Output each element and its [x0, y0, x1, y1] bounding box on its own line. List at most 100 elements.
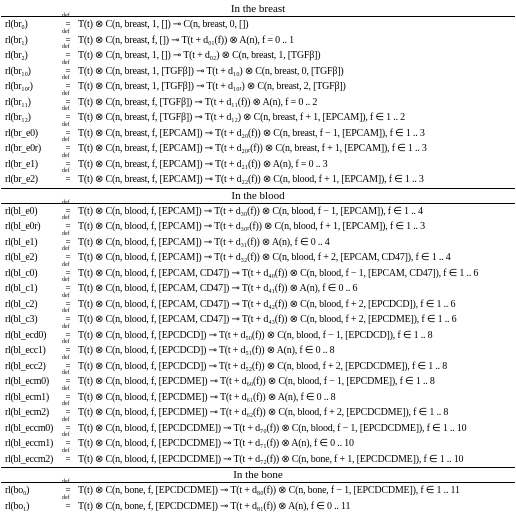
rule-row: rl(br₁₂)=T(t) ⊗ C(n, breast, f, [TGFβ]) …: [1, 110, 515, 126]
rule-label: rl(br₁₀ᵣ): [5, 80, 61, 94]
rule-body: =T(t) ⊗ C(n, blood, f, [EPCDME]) ⊸ T(t +…: [61, 406, 515, 420]
rule-row: rl(br₂)=T(t) ⊗ C(n, breast, 1, []) ⊸ T(t…: [1, 48, 515, 64]
def-eq-symbol: =: [61, 453, 75, 465]
rule-expression: T(t) ⊗ C(n, blood, f, [EPCAM]) ⊸ T(t + d…: [78, 251, 451, 265]
rule-label: rl(bl_c0): [5, 267, 61, 281]
rule-body: =T(t) ⊗ C(n, blood, f, [EPCAM, CD47]) ⊸ …: [61, 267, 515, 281]
rule-label: rl(br₁₀): [5, 65, 61, 79]
rule-expression: T(t) ⊗ C(n, blood, f, [EPCAM, CD47]) ⊸ T…: [78, 282, 357, 296]
rule-row: rl(br₁)=T(t) ⊗ C(n, breast, f, []) ⊸ T(t…: [1, 33, 515, 49]
rule-label: rl(bl_c1): [5, 282, 61, 296]
rule-body: =T(t) ⊗ C(n, blood, f, [EPCAM, CD47]) ⊸ …: [61, 282, 515, 296]
rule-row: rl(bl_ecm1)=T(t) ⊗ C(n, blood, f, [EPCDM…: [1, 390, 515, 406]
rule-row: rl(bl_eccm1)=T(t) ⊗ C(n, blood, f, [EPCD…: [1, 436, 515, 452]
rule-row: rl(bl_e0)=T(t) ⊗ C(n, blood, f, [EPCAM])…: [1, 204, 515, 220]
rule-row: rl(bo₁)=T(t) ⊗ C(n, bone, f, [EPCDCDME])…: [1, 499, 515, 514]
rule-expression: T(t) ⊗ C(n, blood, f, [EPCAM, CD47]) ⊸ T…: [78, 298, 455, 312]
rule-label: rl(bl_c3): [5, 313, 61, 327]
rule-row: rl(br_e1)=T(t) ⊗ C(n, breast, f, [EPCAM]…: [1, 157, 515, 173]
rule-label: rl(bl_e0): [5, 205, 61, 219]
rule-label: rl(br₀): [5, 18, 61, 32]
rule-label: rl(bl_ecc1): [5, 344, 61, 358]
rule-expression: T(t) ⊗ C(n, blood, f, [EPCDCD]) ⊸ T(t + …: [78, 344, 334, 358]
rule-label: rl(br_e1): [5, 158, 61, 172]
rule-body: =T(t) ⊗ C(n, breast, f, [EPCAM]) ⊸ T(t +…: [61, 158, 515, 172]
rule-row: rl(bl_e0r)=T(t) ⊗ C(n, blood, f, [EPCAM]…: [1, 219, 515, 235]
rule-body: =T(t) ⊗ C(n, breast, f, [EPCAM]) ⊸ T(t +…: [61, 142, 515, 156]
rule-expression: T(t) ⊗ C(n, blood, f, [EPCDCDME]) ⊸ T(t …: [78, 422, 466, 436]
rule-body: =T(t) ⊗ C(n, breast, f, [TGFβ]) ⊸ T(t + …: [61, 111, 515, 125]
rule-row: rl(bo₀)=T(t) ⊗ C(n, bone, f, [EPCDCDME])…: [1, 483, 515, 499]
rule-expression: T(t) ⊗ C(n, breast, 1, [TGFβ]) ⊸ T(t + d…: [78, 65, 344, 79]
rule-expression: T(t) ⊗ C(n, breast, f, [TGFβ]) ⊸ T(t + d…: [78, 111, 405, 125]
section-header: In the blood: [1, 188, 515, 204]
rule-expression: T(t) ⊗ C(n, blood, f, [EPCAM, CD47]) ⊸ T…: [78, 313, 456, 327]
rule-body: =T(t) ⊗ C(n, breast, f, [TGFβ]) ⊸ T(t + …: [61, 96, 515, 110]
rule-expression: T(t) ⊗ C(n, blood, f, [EPCAM]) ⊸ T(t + d…: [78, 236, 330, 250]
rule-expression: T(t) ⊗ C(n, blood, f, [EPCDCD]) ⊸ T(t + …: [78, 329, 432, 343]
rule-body: =T(t) ⊗ C(n, blood, f, [EPCAM]) ⊸ T(t + …: [61, 205, 515, 219]
rule-expression: T(t) ⊗ C(n, breast, f, [TGFβ]) ⊸ T(t + d…: [78, 96, 317, 110]
rule-body: =T(t) ⊗ C(n, bone, f, [EPCDCDME]) ⊸ T(t …: [61, 484, 515, 498]
rule-expression: T(t) ⊗ C(n, blood, f, [EPCDCDME]) ⊸ T(t …: [78, 453, 463, 467]
rule-body: =T(t) ⊗ C(n, breast, f, [EPCAM]) ⊸ T(t +…: [61, 127, 515, 141]
rule-expression: T(t) ⊗ C(n, breast, 1, []) ⊸ C(n, breast…: [78, 18, 248, 32]
rule-body: =T(t) ⊗ C(n, blood, f, [EPCDCD]) ⊸ T(t +…: [61, 360, 515, 374]
rule-expression: T(t) ⊗ C(n, breast, f, []) ⊸ T(t + d₀₁(f…: [78, 34, 294, 48]
section-header: In the breast: [1, 2, 515, 17]
rule-body: =T(t) ⊗ C(n, blood, f, [EPCAM, CD47]) ⊸ …: [61, 313, 515, 327]
rule-body: =T(t) ⊗ C(n, blood, f, [EPCAM]) ⊸ T(t + …: [61, 251, 515, 265]
rule-body: =T(t) ⊗ C(n, breast, f, []) ⊸ T(t + d₀₁(…: [61, 34, 515, 48]
rule-label: rl(bl_c2): [5, 298, 61, 312]
rule-row: rl(bl_ecm0)=T(t) ⊗ C(n, blood, f, [EPCDM…: [1, 374, 515, 390]
rule-row: rl(bl_ecd0)=T(t) ⊗ C(n, blood, f, [EPCDC…: [1, 328, 515, 344]
rule-body: =T(t) ⊗ C(n, blood, f, [EPCDCDME]) ⊸ T(t…: [61, 453, 515, 467]
rule-label: rl(br_e2): [5, 173, 61, 187]
rule-row: rl(br_e0)=T(t) ⊗ C(n, breast, f, [EPCAM]…: [1, 126, 515, 142]
rule-body: =T(t) ⊗ C(n, blood, f, [EPCDCDME]) ⊸ T(t…: [61, 437, 515, 451]
rule-label: rl(bl_e0r): [5, 220, 61, 234]
rule-label: rl(bl_eccm1): [5, 437, 61, 451]
rule-row: rl(bl_e1)=T(t) ⊗ C(n, blood, f, [EPCAM])…: [1, 235, 515, 251]
rule-label: rl(bl_ecc2): [5, 360, 61, 374]
rule-body: =T(t) ⊗ C(n, blood, f, [EPCDCD]) ⊸ T(t +…: [61, 344, 515, 358]
section-header: In the bone: [1, 467, 515, 483]
rule-label: rl(bl_ecd0): [5, 329, 61, 343]
rule-row: rl(br_e2)=T(t) ⊗ C(n, breast, f, [EPCAM]…: [1, 172, 515, 188]
rule-row: rl(bl_eccm0)=T(t) ⊗ C(n, blood, f, [EPCD…: [1, 421, 515, 437]
rule-label: rl(bl_ecm1): [5, 391, 61, 405]
rule-row: rl(bl_c2)=T(t) ⊗ C(n, blood, f, [EPCAM, …: [1, 297, 515, 313]
rule-expression: T(t) ⊗ C(n, blood, f, [EPCDME]) ⊸ T(t + …: [78, 406, 448, 420]
rule-row: rl(bl_c1)=T(t) ⊗ C(n, blood, f, [EPCAM, …: [1, 281, 515, 297]
rule-row: rl(br_e0r)=T(t) ⊗ C(n, breast, f, [EPCAM…: [1, 141, 515, 157]
rule-expression: T(t) ⊗ C(n, breast, f, [EPCAM]) ⊸ T(t + …: [78, 142, 427, 156]
rule-body: =T(t) ⊗ C(n, blood, f, [EPCDCD]) ⊸ T(t +…: [61, 329, 515, 343]
rule-expression: T(t) ⊗ C(n, breast, 1, []) ⊸ T(t + d₀₂) …: [78, 49, 320, 63]
rule-row: rl(bl_ecc2)=T(t) ⊗ C(n, blood, f, [EPCDC…: [1, 359, 515, 375]
rule-body: =T(t) ⊗ C(n, breast, 1, [TGFβ]) ⊸ T(t + …: [61, 80, 515, 94]
rule-label: rl(bl_e1): [5, 236, 61, 250]
rule-expression: T(t) ⊗ C(n, blood, f, [EPCDME]) ⊸ T(t + …: [78, 391, 335, 405]
rule-label: rl(br₁₁): [5, 96, 61, 110]
rule-label: rl(bl_ecm2): [5, 406, 61, 420]
rule-label: rl(br₁): [5, 34, 61, 48]
rule-label: rl(bl_eccm2): [5, 453, 61, 467]
rule-row: rl(bl_c0)=T(t) ⊗ C(n, blood, f, [EPCAM, …: [1, 266, 515, 282]
rule-expression: T(t) ⊗ C(n, breast, f, [EPCAM]) ⊸ T(t + …: [78, 127, 425, 141]
rule-expression: T(t) ⊗ C(n, bone, f, [EPCDCDME]) ⊸ T(t +…: [78, 484, 460, 498]
rule-row: rl(bl_e2)=T(t) ⊗ C(n, blood, f, [EPCAM])…: [1, 250, 515, 266]
rule-row: rl(bl_c3)=T(t) ⊗ C(n, blood, f, [EPCAM, …: [1, 312, 515, 328]
rule-body: =T(t) ⊗ C(n, blood, f, [EPCDME]) ⊸ T(t +…: [61, 375, 515, 389]
rule-row: rl(br₁₁)=T(t) ⊗ C(n, breast, f, [TGFβ]) …: [1, 95, 515, 111]
rule-row: rl(br₁₀ᵣ)=T(t) ⊗ C(n, breast, 1, [TGFβ])…: [1, 79, 515, 95]
rule-body: =T(t) ⊗ C(n, blood, f, [EPCDCDME]) ⊸ T(t…: [61, 422, 515, 436]
rule-expression: T(t) ⊗ C(n, blood, f, [EPCAM]) ⊸ T(t + d…: [78, 220, 425, 234]
rule-label: rl(br_e0r): [5, 142, 61, 156]
rule-label: rl(br₁₂): [5, 111, 61, 125]
rule-expression: T(t) ⊗ C(n, breast, f, [EPCAM]) ⊸ T(t + …: [78, 173, 424, 187]
rule-row: rl(bl_ecm2)=T(t) ⊗ C(n, blood, f, [EPCDM…: [1, 405, 515, 421]
rule-body: =T(t) ⊗ C(n, breast, 1, []) ⊸ C(n, breas…: [61, 18, 515, 32]
rule-body: =T(t) ⊗ C(n, blood, f, [EPCDME]) ⊸ T(t +…: [61, 391, 515, 405]
rule-label: rl(bo₀): [5, 484, 61, 498]
rule-body: =T(t) ⊗ C(n, breast, f, [EPCAM]) ⊸ T(t +…: [61, 173, 515, 187]
